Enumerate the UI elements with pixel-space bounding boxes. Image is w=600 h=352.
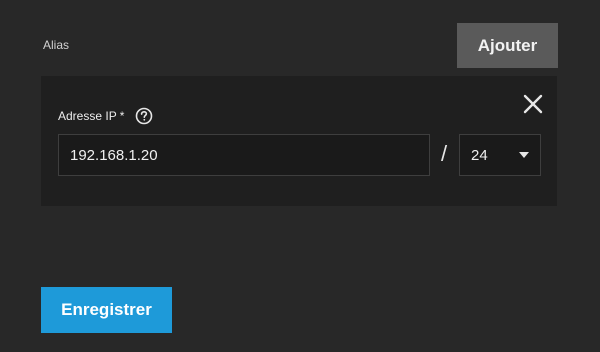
netmask-separator: / bbox=[441, 141, 448, 166]
required-marker: * bbox=[119, 109, 125, 123]
ip-address-label: Adresse IP bbox=[58, 109, 117, 123]
netmask-value: 24 bbox=[471, 146, 488, 164]
save-button[interactable]: Enregistrer bbox=[41, 287, 172, 333]
help-circle-icon[interactable] bbox=[135, 107, 153, 125]
alias-section-label: Alias bbox=[43, 38, 70, 52]
close-icon[interactable] bbox=[521, 92, 545, 116]
netmask-select[interactable]: 24 bbox=[459, 134, 541, 176]
caret-down-icon bbox=[519, 152, 529, 158]
alias-entry-card: Adresse IP * / 24 bbox=[41, 76, 557, 206]
ip-address-input[interactable] bbox=[58, 134, 430, 176]
add-alias-button[interactable]: Ajouter bbox=[457, 23, 558, 68]
ip-address-label-row: Adresse IP * bbox=[58, 107, 153, 125]
